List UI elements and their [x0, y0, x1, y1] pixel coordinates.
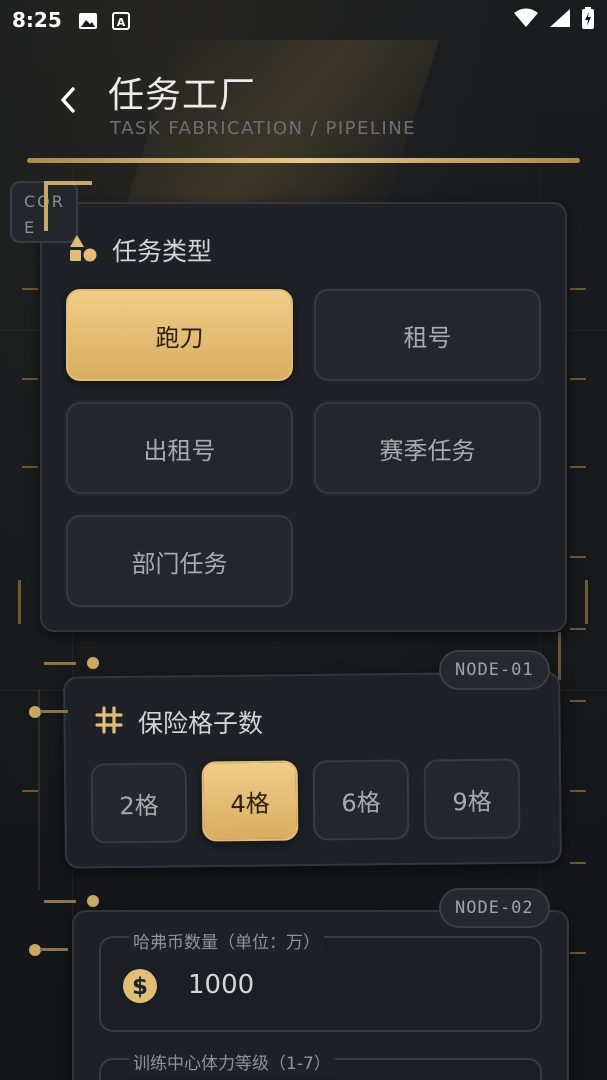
svg-text:$: $ — [132, 974, 148, 1000]
slot-option-4[interactable]: 4格 — [201, 760, 299, 842]
node-tag-01: NODE-01 — [439, 650, 550, 690]
connector-line — [44, 900, 76, 903]
grid-hash-icon — [94, 705, 124, 739]
tick-mark — [22, 378, 38, 380]
image-icon — [78, 11, 98, 29]
task-type-header: 任务类型 — [68, 232, 212, 268]
side-bar-mark — [18, 580, 21, 624]
tick-mark — [570, 466, 586, 468]
task-option-zuhao[interactable]: 租号 — [314, 289, 541, 381]
insurance-slots-label: 保险格子数 — [138, 709, 264, 738]
tick-mark — [22, 288, 38, 290]
connector-dot — [87, 657, 99, 669]
coin-amount-label: 哈弗币数量（单位：万） — [129, 928, 324, 953]
connector-line — [40, 710, 68, 713]
battery-icon — [581, 6, 595, 34]
tick-mark — [570, 700, 586, 702]
slot-option-9[interactable]: 9格 — [423, 758, 521, 840]
page-title: 任务工厂 — [108, 75, 257, 116]
coin-amount-value[interactable]: 1000 — [188, 970, 254, 1000]
header-divider — [27, 158, 580, 163]
text-a-icon: A — [111, 11, 132, 30]
signal-icon — [549, 8, 571, 33]
page-header: 任务工厂 TASK FABRICATION / PIPELINE — [0, 60, 607, 170]
status-bar: 8:25 A — [0, 0, 607, 40]
slot-option-2[interactable]: 2格 — [90, 762, 188, 844]
tick-mark — [570, 288, 586, 290]
connector-line — [38, 690, 40, 890]
chevron-left-icon — [61, 87, 75, 113]
connector-line — [44, 662, 76, 665]
wifi-icon — [513, 8, 539, 33]
shapes-icon — [68, 233, 98, 267]
task-option-department[interactable]: 部门任务 — [66, 515, 293, 607]
side-bar-mark — [585, 580, 588, 624]
tick-mark — [570, 628, 586, 630]
tick-mark — [570, 790, 586, 792]
back-button[interactable] — [52, 82, 84, 118]
tick-mark — [570, 952, 586, 954]
tick-mark — [570, 378, 586, 380]
task-type-label: 任务类型 — [112, 237, 213, 266]
corner-bracket — [44, 181, 92, 231]
tick-mark — [22, 466, 38, 468]
connector-line — [40, 948, 68, 951]
task-option-chuzuhao[interactable]: 出租号 — [66, 402, 293, 494]
tick-mark — [570, 556, 586, 558]
slot-option-6[interactable]: 6格 — [312, 759, 410, 841]
task-option-paodao[interactable]: 跑刀 — [66, 289, 293, 381]
stamina-level-label: 训练中心体力等级（1-7） — [129, 1049, 335, 1074]
page-subtitle: TASK FABRICATION / PIPELINE — [110, 118, 417, 139]
node-tag-02: NODE-02 — [439, 888, 550, 928]
status-time: 8:25 — [12, 8, 62, 32]
svg-text:A: A — [116, 16, 125, 29]
connector-dot — [87, 895, 99, 907]
tick-mark — [22, 790, 38, 792]
dollar-coin-icon: $ — [122, 968, 158, 1008]
tick-mark — [570, 862, 586, 864]
insurance-slots-header: 保险格子数 — [94, 704, 263, 740]
side-bar-mark — [558, 632, 561, 680]
task-option-season[interactable]: 赛季任务 — [314, 402, 541, 494]
